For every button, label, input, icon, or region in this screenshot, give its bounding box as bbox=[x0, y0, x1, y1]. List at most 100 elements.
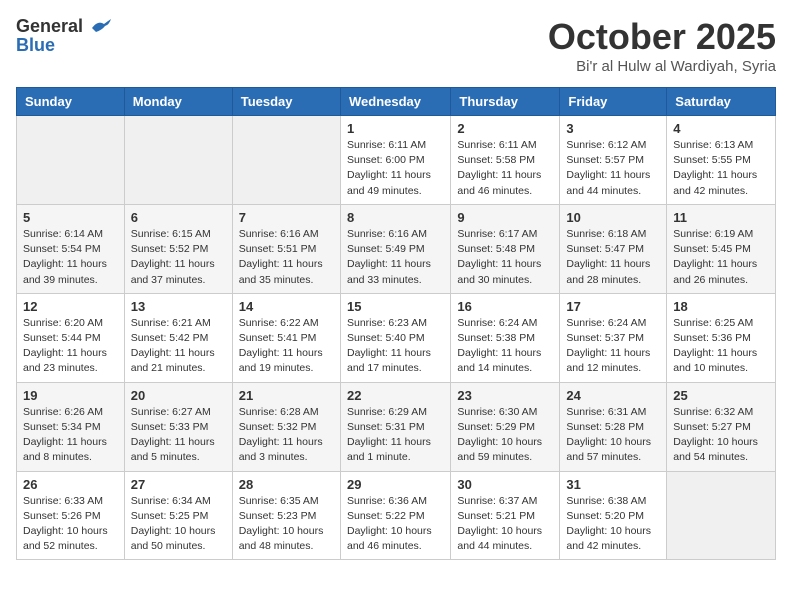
calendar-week-row: 5 Sunrise: 6:14 AM Sunset: 5:54 PM Daylig… bbox=[17, 204, 776, 293]
day-info: Sunrise: 6:11 AM Sunset: 5:58 PM Dayligh… bbox=[457, 138, 553, 199]
day-info: Sunrise: 6:23 AM Sunset: 5:40 PM Dayligh… bbox=[347, 316, 444, 377]
day-info: Sunrise: 6:12 AM Sunset: 5:57 PM Dayligh… bbox=[566, 138, 660, 199]
day-info: Sunrise: 6:15 AM Sunset: 5:52 PM Dayligh… bbox=[131, 227, 226, 288]
day-info: Sunrise: 6:24 AM Sunset: 5:38 PM Dayligh… bbox=[457, 316, 553, 377]
day-number: 10 bbox=[566, 210, 660, 225]
calendar-cell: 11 Sunrise: 6:19 AM Sunset: 5:45 PM Dayli… bbox=[667, 204, 776, 293]
calendar-cell bbox=[124, 116, 232, 205]
day-number: 30 bbox=[457, 477, 553, 492]
day-number: 7 bbox=[239, 210, 334, 225]
day-number: 24 bbox=[566, 388, 660, 403]
calendar-cell: 28Sunrise: 6:35 AM Sunset: 5:23 PM Dayli… bbox=[232, 471, 340, 560]
header-tuesday: Tuesday bbox=[232, 88, 340, 116]
day-number: 17 bbox=[566, 299, 660, 314]
calendar-cell: 31 Sunrise: 6:38 AM Sunset: 5:20 PM Dayli… bbox=[560, 471, 667, 560]
day-number: 6 bbox=[131, 210, 226, 225]
calendar-cell: 30Sunrise: 6:37 AM Sunset: 5:21 PM Dayli… bbox=[451, 471, 560, 560]
day-info: Sunrise: 6:20 AM Sunset: 5:44 PM Dayligh… bbox=[23, 316, 118, 377]
day-number: 23 bbox=[457, 388, 553, 403]
day-number: 11 bbox=[673, 210, 769, 225]
calendar-week-row: 19 Sunrise: 6:26 AM Sunset: 5:34 PM Dayli… bbox=[17, 382, 776, 471]
calendar-cell bbox=[17, 116, 125, 205]
calendar-cell: 9 Sunrise: 6:17 AM Sunset: 5:48 PM Daylig… bbox=[451, 204, 560, 293]
header-monday: Monday bbox=[124, 88, 232, 116]
day-number: 19 bbox=[23, 388, 118, 403]
calendar-cell: 8 Sunrise: 6:16 AM Sunset: 5:49 PM Daylig… bbox=[340, 204, 450, 293]
calendar-table: SundayMondayTuesdayWednesdayThursdayFrid… bbox=[16, 87, 776, 560]
calendar-cell: 16 Sunrise: 6:24 AM Sunset: 5:38 PM Dayli… bbox=[451, 293, 560, 382]
calendar-week-row: 1 Sunrise: 6:11 AM Sunset: 6:00 PM Daylig… bbox=[17, 116, 776, 205]
header-saturday: Saturday bbox=[667, 88, 776, 116]
title-block: October 2025 Bi'r al Hulw al Wardiyah, S… bbox=[548, 16, 776, 75]
calendar-cell: 25Sunrise: 6:32 AM Sunset: 5:27 PM Dayli… bbox=[667, 382, 776, 471]
day-info: Sunrise: 6:16 AM Sunset: 5:51 PM Dayligh… bbox=[239, 227, 334, 288]
calendar-cell: 7 Sunrise: 6:16 AM Sunset: 5:51 PM Daylig… bbox=[232, 204, 340, 293]
day-info: Sunrise: 6:22 AM Sunset: 5:41 PM Dayligh… bbox=[239, 316, 334, 377]
page-header: General Blue October 2025 Bi'r al Hulw a… bbox=[16, 16, 776, 75]
day-info: Sunrise: 6:26 AM Sunset: 5:34 PM Dayligh… bbox=[23, 405, 118, 466]
day-info: Sunrise: 6:16 AM Sunset: 5:49 PM Dayligh… bbox=[347, 227, 444, 288]
calendar-cell: 23 Sunrise: 6:30 AM Sunset: 5:29 PM Dayli… bbox=[451, 382, 560, 471]
day-info: Sunrise: 6:27 AM Sunset: 5:33 PM Dayligh… bbox=[131, 405, 226, 466]
logo: General Blue bbox=[16, 16, 112, 56]
calendar-cell: 18Sunrise: 6:25 AM Sunset: 5:36 PM Dayli… bbox=[667, 293, 776, 382]
day-number: 16 bbox=[457, 299, 553, 314]
day-number: 8 bbox=[347, 210, 444, 225]
calendar-cell: 2 Sunrise: 6:11 AM Sunset: 5:58 PM Daylig… bbox=[451, 116, 560, 205]
day-number: 3 bbox=[566, 121, 660, 136]
calendar-week-row: 12 Sunrise: 6:20 AM Sunset: 5:44 PM Dayli… bbox=[17, 293, 776, 382]
day-number: 29 bbox=[347, 477, 444, 492]
day-info: Sunrise: 6:34 AM Sunset: 5:25 PM Dayligh… bbox=[131, 494, 226, 555]
day-info: Sunrise: 6:30 AM Sunset: 5:29 PM Dayligh… bbox=[457, 405, 553, 466]
day-info: Sunrise: 6:31 AM Sunset: 5:28 PM Dayligh… bbox=[566, 405, 660, 466]
day-info: Sunrise: 6:29 AM Sunset: 5:31 PM Dayligh… bbox=[347, 405, 444, 466]
day-number: 2 bbox=[457, 121, 553, 136]
day-info: Sunrise: 6:38 AM Sunset: 5:20 PM Dayligh… bbox=[566, 494, 660, 555]
day-info: Sunrise: 6:33 AM Sunset: 5:26 PM Dayligh… bbox=[23, 494, 118, 555]
day-number: 31 bbox=[566, 477, 660, 492]
logo-blue: Blue bbox=[16, 35, 55, 56]
logo-general: General bbox=[16, 16, 83, 36]
day-number: 5 bbox=[23, 210, 118, 225]
day-info: Sunrise: 6:32 AM Sunset: 5:27 PM Dayligh… bbox=[673, 405, 769, 466]
calendar-cell: 26 Sunrise: 6:33 AM Sunset: 5:26 PM Dayli… bbox=[17, 471, 125, 560]
calendar-cell: 12 Sunrise: 6:20 AM Sunset: 5:44 PM Dayli… bbox=[17, 293, 125, 382]
day-info: Sunrise: 6:18 AM Sunset: 5:47 PM Dayligh… bbox=[566, 227, 660, 288]
day-info: Sunrise: 6:28 AM Sunset: 5:32 PM Dayligh… bbox=[239, 405, 334, 466]
calendar-cell: 5 Sunrise: 6:14 AM Sunset: 5:54 PM Daylig… bbox=[17, 204, 125, 293]
day-number: 4 bbox=[673, 121, 769, 136]
calendar-cell: 6 Sunrise: 6:15 AM Sunset: 5:52 PM Daylig… bbox=[124, 204, 232, 293]
day-info: Sunrise: 6:36 AM Sunset: 5:22 PM Dayligh… bbox=[347, 494, 444, 555]
calendar-cell: 21 Sunrise: 6:28 AM Sunset: 5:32 PM Dayli… bbox=[232, 382, 340, 471]
day-info: Sunrise: 6:19 AM Sunset: 5:45 PM Dayligh… bbox=[673, 227, 769, 288]
day-info: Sunrise: 6:13 AM Sunset: 5:55 PM Dayligh… bbox=[673, 138, 769, 199]
day-number: 9 bbox=[457, 210, 553, 225]
day-number: 12 bbox=[23, 299, 118, 314]
location-subtitle: Bi'r al Hulw al Wardiyah, Syria bbox=[548, 58, 776, 75]
day-info: Sunrise: 6:21 AM Sunset: 5:42 PM Dayligh… bbox=[131, 316, 226, 377]
calendar-cell bbox=[232, 116, 340, 205]
header-thursday: Thursday bbox=[451, 88, 560, 116]
calendar-cell bbox=[667, 471, 776, 560]
header-sunday: Sunday bbox=[17, 88, 125, 116]
day-number: 15 bbox=[347, 299, 444, 314]
calendar-cell: 29 Sunrise: 6:36 AM Sunset: 5:22 PM Dayli… bbox=[340, 471, 450, 560]
day-info: Sunrise: 6:35 AM Sunset: 5:23 PM Dayligh… bbox=[239, 494, 334, 555]
calendar-cell: 27Sunrise: 6:34 AM Sunset: 5:25 PM Dayli… bbox=[124, 471, 232, 560]
day-info: Sunrise: 6:11 AM Sunset: 6:00 PM Dayligh… bbox=[347, 138, 444, 199]
month-title: October 2025 bbox=[548, 16, 776, 58]
day-number: 18 bbox=[673, 299, 769, 314]
day-number: 21 bbox=[239, 388, 334, 403]
day-number: 14 bbox=[239, 299, 334, 314]
calendar-cell: 1 Sunrise: 6:11 AM Sunset: 6:00 PM Daylig… bbox=[340, 116, 450, 205]
calendar-cell: 17Sunrise: 6:24 AM Sunset: 5:37 PM Dayli… bbox=[560, 293, 667, 382]
calendar-header-row: SundayMondayTuesdayWednesdayThursdayFrid… bbox=[17, 88, 776, 116]
day-number: 1 bbox=[347, 121, 444, 136]
calendar-cell: 20Sunrise: 6:27 AM Sunset: 5:33 PM Dayli… bbox=[124, 382, 232, 471]
day-info: Sunrise: 6:14 AM Sunset: 5:54 PM Dayligh… bbox=[23, 227, 118, 288]
day-number: 22 bbox=[347, 388, 444, 403]
logo-bird-icon bbox=[90, 18, 112, 36]
day-number: 26 bbox=[23, 477, 118, 492]
day-info: Sunrise: 6:17 AM Sunset: 5:48 PM Dayligh… bbox=[457, 227, 553, 288]
day-number: 13 bbox=[131, 299, 226, 314]
